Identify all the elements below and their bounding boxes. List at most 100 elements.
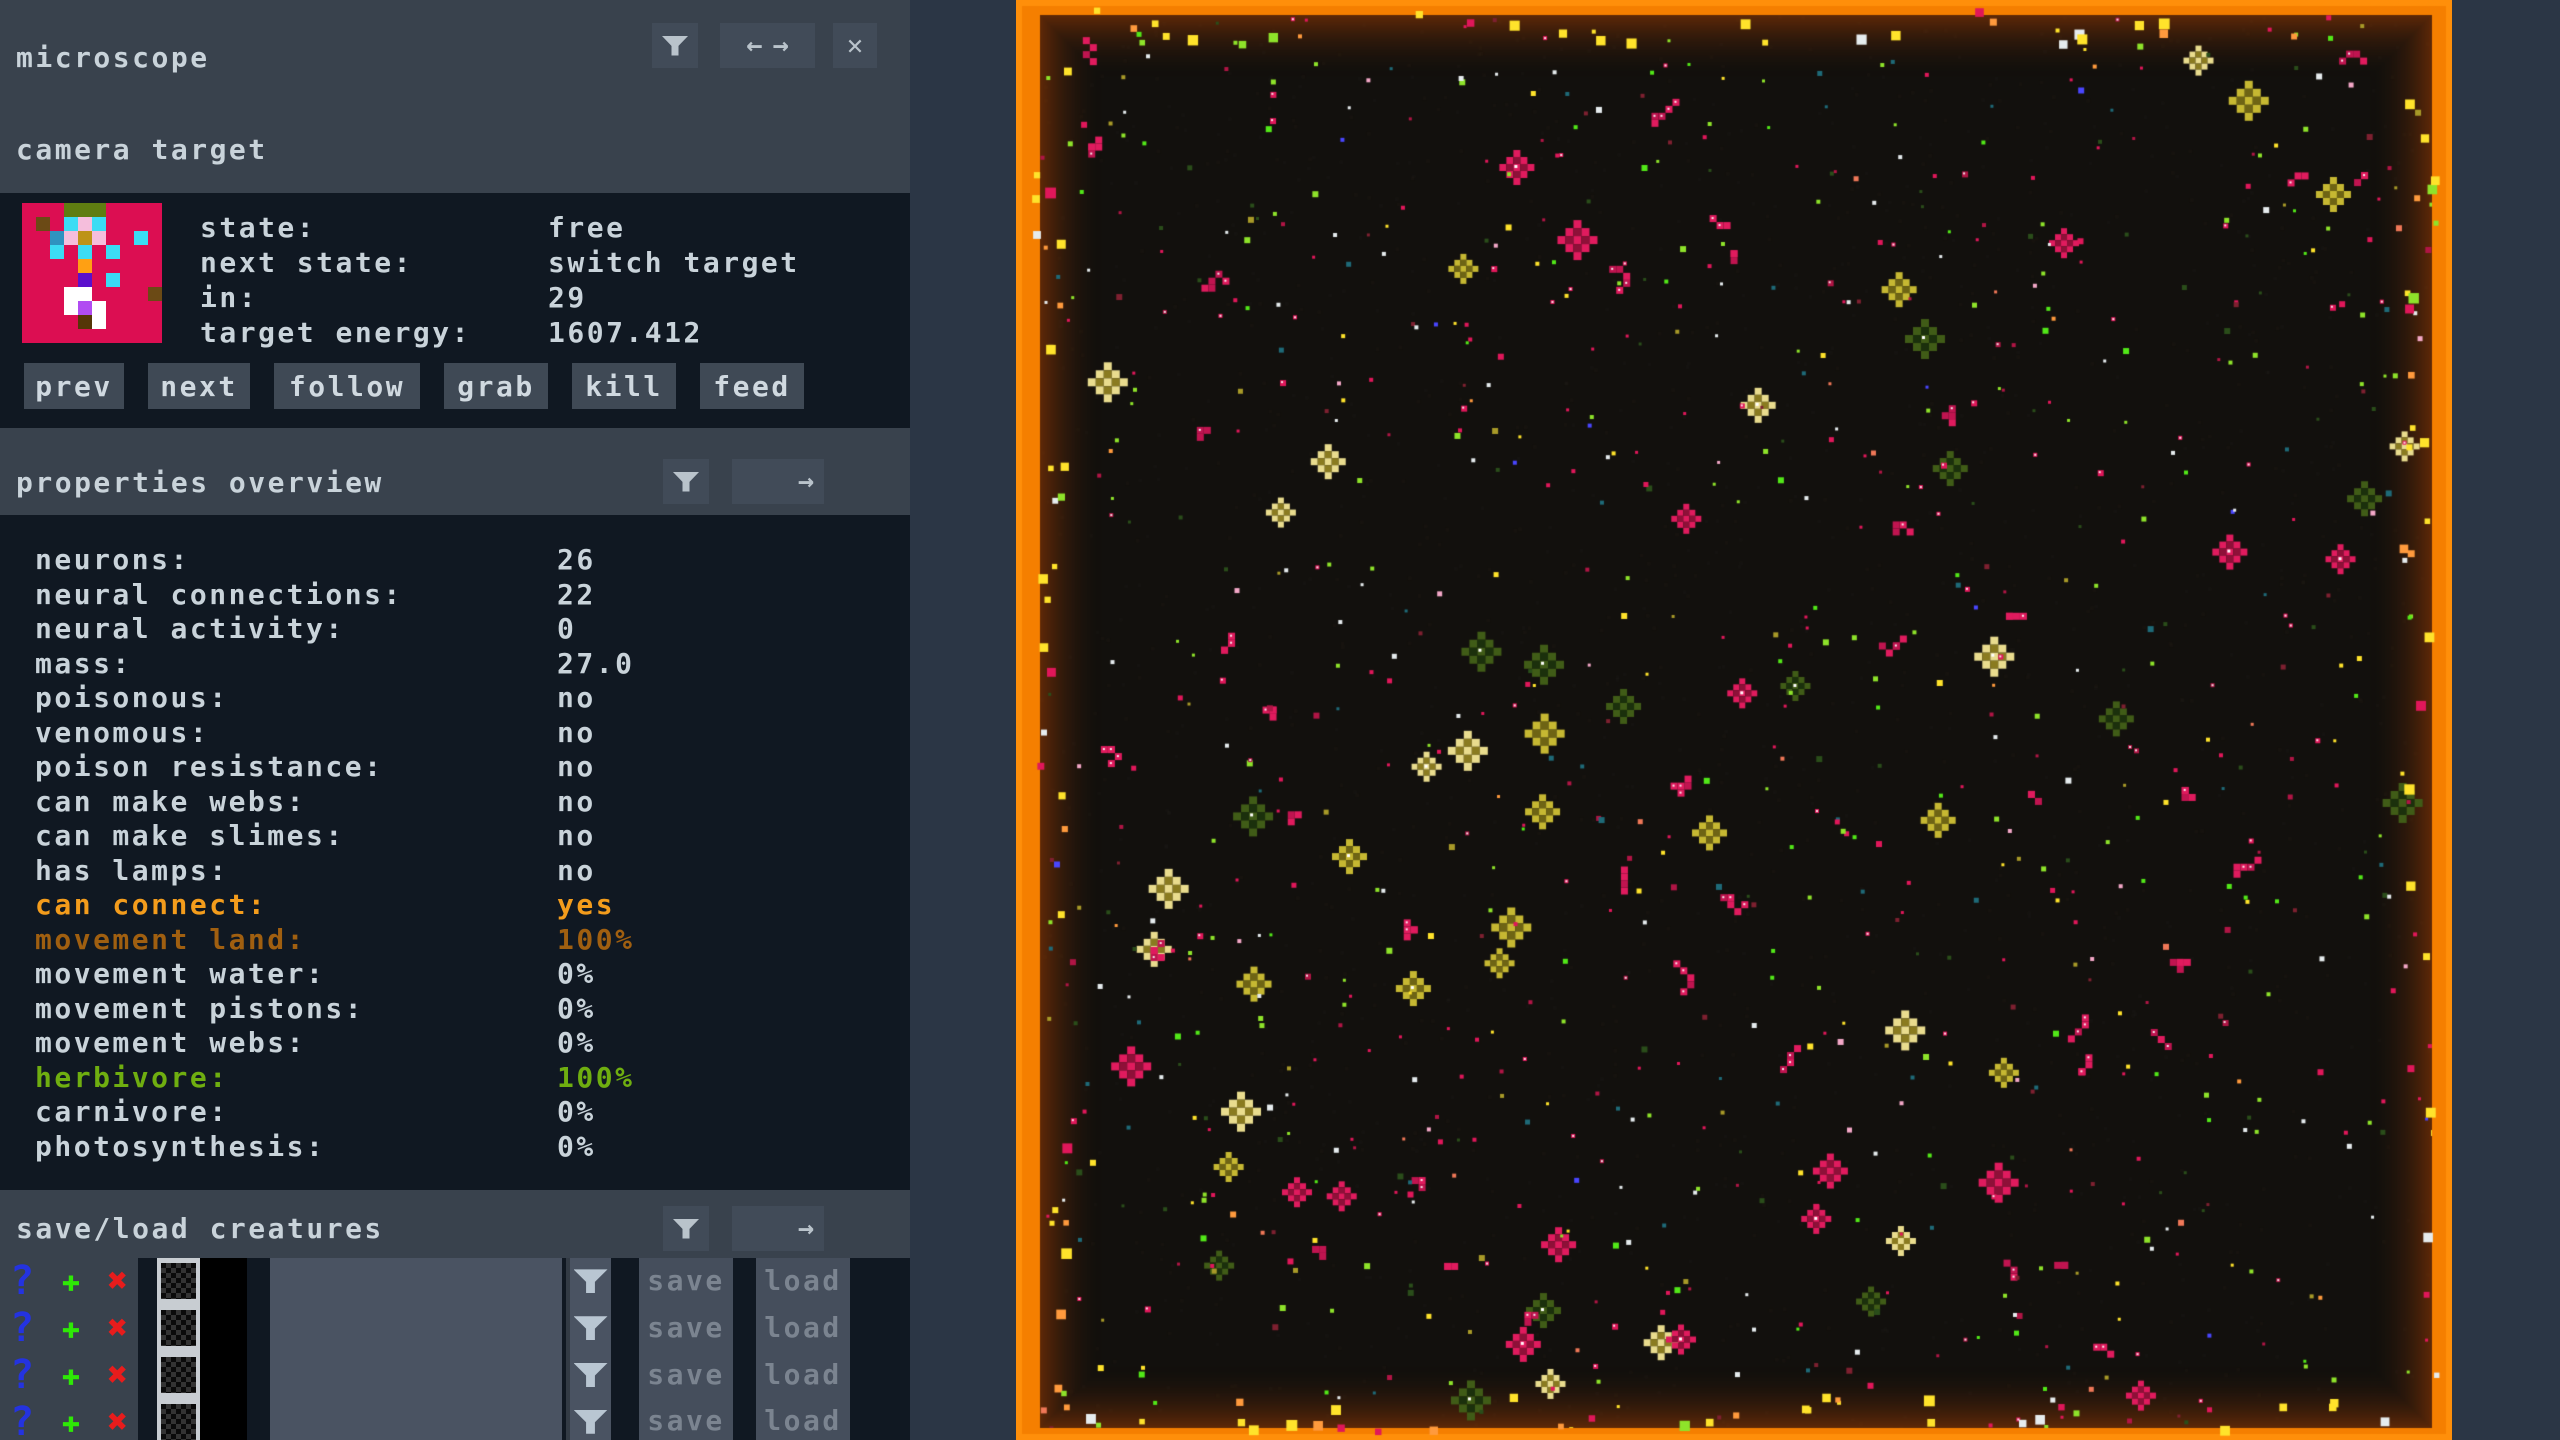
sprite-pixel bbox=[148, 315, 162, 329]
sprite-pixel bbox=[22, 231, 36, 245]
dropdown-icon bbox=[574, 1410, 608, 1434]
info-label: in: bbox=[200, 281, 258, 314]
property-row: has lamps:no bbox=[0, 854, 910, 889]
slot-delete-icon[interactable]: ✖ bbox=[108, 1261, 128, 1301]
sprite-pixel bbox=[120, 231, 134, 245]
slot-thumbnail[interactable] bbox=[161, 1357, 196, 1393]
slot-load-button[interactable]: load bbox=[756, 1352, 850, 1399]
sprite-pixel bbox=[120, 259, 134, 273]
sprite-pixel bbox=[78, 315, 92, 329]
property-row: neurons:26 bbox=[0, 543, 910, 578]
slot-load-column: loadloadloadload bbox=[756, 1258, 850, 1440]
sprite-pixel bbox=[78, 287, 92, 301]
camera-target-title: camera target bbox=[16, 128, 268, 172]
slot-load-button[interactable]: load bbox=[756, 1305, 850, 1352]
target-action-buttons: prev next follow grab kill feed bbox=[24, 363, 804, 409]
slot-delete-icon[interactable]: ✖ bbox=[108, 1308, 128, 1348]
dropdown-icon bbox=[574, 1269, 608, 1293]
property-label: neural activity: bbox=[35, 612, 345, 645]
property-label: poison resistance: bbox=[35, 750, 383, 783]
sprite-pixel bbox=[22, 259, 36, 273]
slot-save-button[interactable]: save bbox=[639, 1352, 733, 1399]
sprite-pixel bbox=[134, 245, 148, 259]
save-load-title: save/load creatures bbox=[16, 1198, 384, 1258]
slot-name-column bbox=[270, 1258, 562, 1440]
slot-delete-icon[interactable]: ✖ bbox=[108, 1402, 128, 1440]
slot-add-icon[interactable]: ✚ bbox=[61, 1263, 80, 1299]
slot-thumbnail[interactable] bbox=[161, 1404, 196, 1440]
slot-save-button[interactable]: save bbox=[639, 1258, 733, 1305]
grab-button[interactable]: grab bbox=[444, 363, 548, 409]
feed-button[interactable]: feed bbox=[700, 363, 804, 409]
sprite-pixel bbox=[148, 203, 162, 217]
slot-dropdown-column bbox=[566, 1258, 611, 1440]
sprite-pixel bbox=[134, 203, 148, 217]
slot-info-icon[interactable]: ? bbox=[10, 1258, 34, 1304]
slot-save-button[interactable]: save bbox=[639, 1398, 733, 1440]
slot-info-icon[interactable]: ? bbox=[10, 1399, 34, 1440]
slot-name-select[interactable] bbox=[270, 1398, 562, 1440]
sprite-pixel bbox=[106, 315, 120, 329]
slot-name-select[interactable] bbox=[270, 1258, 562, 1305]
slot-save-button[interactable]: save bbox=[639, 1305, 733, 1352]
property-value: 0% bbox=[557, 992, 596, 1027]
target-info-row: state:free bbox=[200, 210, 900, 245]
slot-name-select[interactable] bbox=[270, 1352, 562, 1399]
sprite-pixel bbox=[148, 217, 162, 231]
slot-load-button[interactable]: load bbox=[756, 1258, 850, 1305]
slot-thumbnail[interactable] bbox=[161, 1263, 196, 1299]
save-load-header: save/load creatures → bbox=[0, 1198, 910, 1258]
sprite-pixel bbox=[50, 287, 64, 301]
sprite-pixel bbox=[22, 315, 36, 329]
kill-button[interactable]: kill bbox=[572, 363, 676, 409]
next-button[interactable]: next bbox=[148, 363, 250, 409]
sprite-pixel bbox=[22, 245, 36, 259]
sprite-pixel bbox=[106, 231, 120, 245]
property-value: no bbox=[557, 716, 596, 751]
property-value: 26 bbox=[557, 543, 596, 578]
slot-dropdown-button[interactable] bbox=[570, 1305, 611, 1352]
properties-list: neurons:26neural connections:22neural ac… bbox=[0, 515, 910, 1190]
sprite-pixel bbox=[36, 203, 50, 217]
slot-info-icon[interactable]: ? bbox=[10, 1305, 34, 1351]
sprite-pixel bbox=[50, 329, 64, 343]
collapse-panel-button[interactable] bbox=[652, 23, 698, 68]
slot-add-icon[interactable]: ✚ bbox=[61, 1357, 80, 1393]
sprite-pixel bbox=[134, 231, 148, 245]
prev-button[interactable]: prev bbox=[24, 363, 124, 409]
sprite-pixel bbox=[120, 301, 134, 315]
sprite-pixel bbox=[148, 301, 162, 315]
slot-add-icon[interactable]: ✚ bbox=[61, 1404, 80, 1440]
property-value: no bbox=[557, 750, 596, 785]
slot-delete-icon[interactable]: ✖ bbox=[108, 1355, 128, 1395]
expand-properties-button[interactable]: → bbox=[732, 459, 824, 504]
slot-dropdown-button[interactable] bbox=[570, 1352, 611, 1399]
collapse-icon bbox=[673, 1219, 700, 1239]
property-value: 0% bbox=[557, 957, 596, 992]
property-label: movement webs: bbox=[35, 1026, 306, 1059]
expand-save-load-button[interactable]: → bbox=[732, 1206, 824, 1251]
right-arrow-icon: → bbox=[798, 466, 814, 497]
slot-add-icon[interactable]: ✚ bbox=[61, 1310, 80, 1346]
property-row: movement water:0% bbox=[0, 957, 910, 992]
simulation-canvas[interactable] bbox=[1016, 0, 2452, 1440]
collapse-properties-button[interactable] bbox=[663, 459, 709, 504]
slot-dropdown-button[interactable] bbox=[570, 1258, 611, 1305]
collapse-save-load-button[interactable] bbox=[663, 1206, 709, 1251]
close-button[interactable]: ✕ bbox=[833, 23, 877, 68]
sprite-pixel bbox=[92, 203, 106, 217]
slot-load-button[interactable]: load bbox=[756, 1398, 850, 1440]
sprite-pixel bbox=[64, 301, 78, 315]
sprite-pixel bbox=[64, 259, 78, 273]
history-nav-button[interactable]: ← → bbox=[720, 23, 815, 68]
property-row: poison resistance: no bbox=[0, 750, 910, 785]
slot-info-icon[interactable]: ? bbox=[10, 1352, 34, 1398]
slot-preview-column bbox=[200, 1258, 247, 1440]
slot-name-select[interactable] bbox=[270, 1305, 562, 1352]
property-row: carnivore:0% bbox=[0, 1095, 910, 1130]
sprite-pixel bbox=[120, 315, 134, 329]
slot-thumbnail[interactable] bbox=[161, 1310, 196, 1346]
info-value: free bbox=[548, 210, 625, 245]
follow-button[interactable]: follow bbox=[274, 363, 420, 409]
slot-dropdown-button[interactable] bbox=[570, 1398, 611, 1440]
